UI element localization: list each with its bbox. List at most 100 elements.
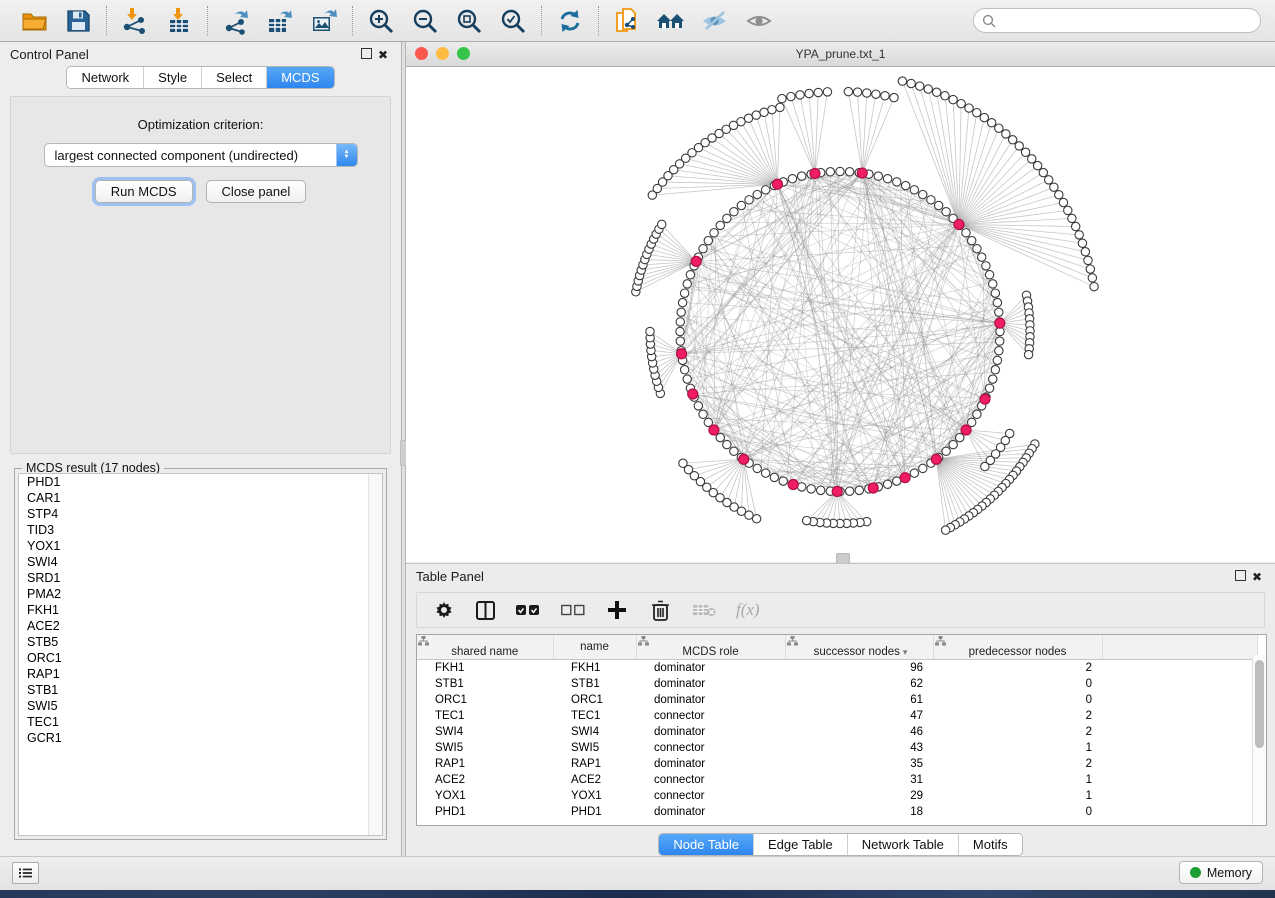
table-cell	[1102, 804, 1257, 820]
delete-table-button-disabled[interactable]	[691, 599, 717, 621]
zoom-out-icon	[411, 7, 439, 35]
mcds-result-item[interactable]: SRD1	[19, 570, 382, 586]
column-header-successor-nodes[interactable]: successor nodes▾	[785, 635, 933, 660]
task-history-button[interactable]	[12, 862, 39, 884]
close-icon: ✖	[1252, 570, 1262, 584]
criterion-dropdown[interactable]: largest connected component (undirected)…	[44, 143, 358, 167]
run-mcds-button[interactable]: Run MCDS	[95, 180, 193, 203]
mcds-result-item[interactable]: STB1	[19, 682, 382, 698]
mcds-result-item[interactable]: SWI4	[19, 554, 382, 570]
file-group	[6, 6, 106, 36]
mcds-list-scrollbar[interactable]	[368, 474, 382, 835]
mcds-result-item[interactable]: FKH1	[19, 602, 382, 618]
table-toolbar: f(x)	[416, 592, 1265, 628]
mcds-result-item[interactable]: PHD1	[19, 474, 382, 490]
table-cell: 2	[933, 756, 1102, 772]
table-settings-button[interactable]	[433, 599, 455, 621]
window-minimize-button[interactable]	[436, 47, 449, 60]
open-session-button[interactable]	[19, 6, 49, 36]
float-panel-button[interactable]	[358, 48, 375, 62]
tab-motifs[interactable]: Motifs	[958, 834, 1022, 855]
mcds-result-item[interactable]: GCR1	[19, 730, 382, 746]
mcds-result-item[interactable]: TID3	[19, 522, 382, 538]
memory-button[interactable]: Memory	[1179, 861, 1263, 884]
table-cell: FKH1	[417, 660, 553, 677]
table-cell: 43	[785, 740, 933, 756]
export-table-button[interactable]	[265, 6, 295, 36]
mcds-result-item[interactable]: ORC1	[19, 650, 382, 666]
save-session-button[interactable]	[63, 6, 93, 36]
zoom-in-button[interactable]	[366, 6, 396, 36]
clone-network-button[interactable]	[612, 6, 642, 36]
mcds-result-item[interactable]: YOX1	[19, 538, 382, 554]
mcds-result-list: PHD1CAR1STP4TID3YOX1SWI4SRD1PMA2FKH1ACE2…	[18, 473, 383, 836]
mcds-result-item[interactable]: RAP1	[19, 666, 382, 682]
mcds-result-item[interactable]: TEC1	[19, 714, 382, 730]
column-header-shared-name[interactable]: shared name	[417, 635, 553, 660]
table-row[interactable]: STB1STB1dominator620	[417, 676, 1257, 692]
table-row[interactable]: FKH1FKH1dominator962	[417, 660, 1257, 677]
table-row[interactable]: TEC1TEC1connector472	[417, 708, 1257, 724]
table-cell: 96	[785, 660, 933, 677]
control-panel: Control Panel ✖ Network Style Select MCD…	[0, 42, 401, 857]
table-row[interactable]: YOX1YOX1connector291	[417, 788, 1257, 804]
tab-edge-table[interactable]: Edge Table	[753, 834, 847, 855]
table-cell: ACE2	[417, 772, 553, 788]
window-close-button[interactable]	[415, 47, 428, 60]
export-image-button[interactable]	[309, 6, 339, 36]
tab-network-table[interactable]: Network Table	[847, 834, 958, 855]
table-cell: PHD1	[417, 804, 553, 820]
function-builder-button[interactable]: f(x)	[736, 600, 760, 620]
table-scrollbar-thumb[interactable]	[1255, 660, 1264, 748]
network-canvas[interactable]	[406, 67, 1275, 562]
mcds-result-item[interactable]: ACE2	[19, 618, 382, 634]
search-icon	[982, 14, 996, 28]
zoom-fit-button[interactable]	[454, 6, 484, 36]
tab-style[interactable]: Style	[143, 67, 201, 88]
mcds-result-item[interactable]: CAR1	[19, 490, 382, 506]
table-row[interactable]: RAP1RAP1dominator352	[417, 756, 1257, 772]
export-network-button[interactable]	[221, 6, 251, 36]
tab-node-table[interactable]: Node Table	[659, 834, 753, 855]
deselect-all-columns-button[interactable]	[560, 599, 586, 621]
float-table-panel-button[interactable]	[1232, 570, 1249, 584]
tab-mcds[interactable]: MCDS	[266, 67, 333, 88]
split-view-button[interactable]	[474, 599, 496, 621]
search-input[interactable]	[1001, 12, 1260, 29]
table-scrollbar[interactable]	[1252, 655, 1266, 825]
mcds-result-item[interactable]: SWI5	[19, 698, 382, 714]
mcds-result-item[interactable]: STB5	[19, 634, 382, 650]
table-row[interactable]: SWI5SWI5connector431	[417, 740, 1257, 756]
float-icon	[1235, 570, 1246, 581]
window-maximize-button[interactable]	[457, 47, 470, 60]
table-cell: 47	[785, 708, 933, 724]
tab-select[interactable]: Select	[201, 67, 266, 88]
tab-network[interactable]: Network	[67, 67, 143, 88]
select-all-columns-button[interactable]	[515, 599, 541, 621]
column-header-predecessor-nodes[interactable]: predecessor nodes	[933, 635, 1102, 660]
delete-column-button[interactable]	[648, 598, 672, 622]
zoom-selected-button[interactable]	[498, 6, 528, 36]
import-network-button[interactable]	[120, 6, 150, 36]
table-row[interactable]: ACE2ACE2connector311	[417, 772, 1257, 788]
checked-boxes-icon	[516, 604, 540, 616]
refresh-layout-button[interactable]	[555, 6, 585, 36]
close-table-panel-button[interactable]: ✖	[1249, 570, 1265, 584]
zoom-out-button[interactable]	[410, 6, 440, 36]
column-header-mcds-role[interactable]: MCDS role	[636, 635, 785, 660]
table-row[interactable]: ORC1ORC1dominator610	[417, 692, 1257, 708]
column-header-name[interactable]: name	[553, 635, 636, 660]
close-panel-button[interactable]: ✖	[375, 48, 391, 62]
hide-graphics-details-button[interactable]	[700, 6, 730, 36]
import-table-button[interactable]	[164, 6, 194, 36]
mcds-result-item[interactable]: PMA2	[19, 586, 382, 602]
table-row[interactable]: SWI4SWI4dominator462	[417, 724, 1257, 740]
close-panel-action-button[interactable]: Close panel	[206, 180, 307, 203]
mcds-result-item[interactable]: STP4	[19, 506, 382, 522]
table-cell: 62	[785, 676, 933, 692]
create-column-button[interactable]	[605, 598, 629, 622]
table-cell	[1102, 660, 1257, 677]
first-neighbors-button[interactable]	[656, 6, 686, 36]
table-row[interactable]: PHD1PHD1dominator180	[417, 804, 1257, 820]
show-graphics-details-button[interactable]	[744, 6, 774, 36]
